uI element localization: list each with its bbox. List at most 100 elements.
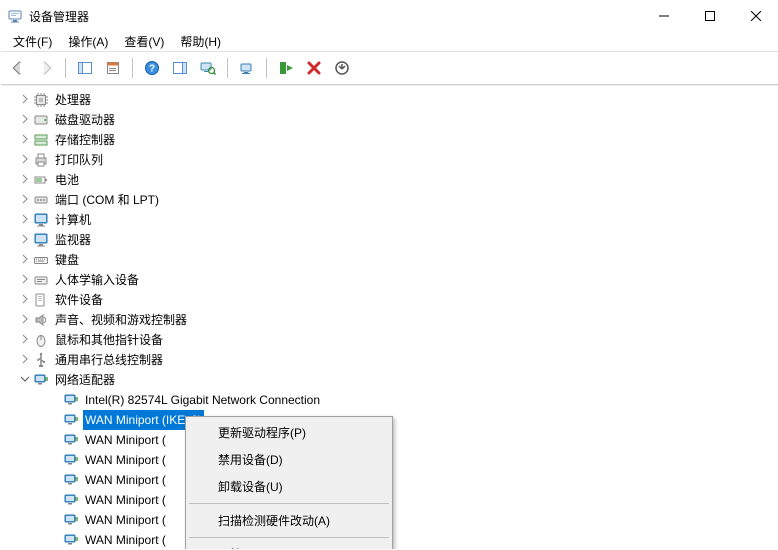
window: 设备管理器 文件(F) 操作(A) 查看(V) 帮助(H) ? — [0, 0, 778, 550]
properties-toolbar-button[interactable] — [100, 56, 126, 80]
tree-item-label: Intel(R) 82574L Gigabit Network Connecti… — [83, 390, 322, 410]
tree-item-label: 通用串行总线控制器 — [53, 350, 165, 370]
tree-item-label: 打印队列 — [53, 150, 105, 170]
chevron-right-icon[interactable] — [17, 250, 33, 270]
disable-device-button[interactable] — [301, 56, 327, 80]
ports-icon — [33, 192, 49, 208]
tree-item[interactable]: 处理器 — [3, 90, 778, 110]
show-hide-console-tree-button[interactable] — [72, 56, 98, 80]
nic-icon — [63, 452, 79, 468]
hid-icon — [33, 272, 49, 288]
window-controls — [641, 1, 778, 31]
tree-item-label: 电池 — [53, 170, 81, 190]
tree-item[interactable]: 监视器 — [3, 230, 778, 250]
keyboard-icon — [33, 252, 49, 268]
mouse-icon — [33, 332, 49, 348]
tree-item[interactable]: 存储控制器 — [3, 130, 778, 150]
forward-button[interactable] — [33, 56, 59, 80]
menu-file[interactable]: 文件(F) — [5, 31, 60, 52]
tree-item[interactable]: 通用串行总线控制器 — [3, 350, 778, 370]
usb-icon — [33, 352, 49, 368]
toolbar-separator — [266, 58, 267, 78]
chevron-right-icon[interactable] — [17, 150, 33, 170]
nic-icon — [63, 472, 79, 488]
ctx-scan-hardware[interactable]: 扫描检测硬件改动(A) — [188, 507, 390, 534]
monitor-category-icon — [33, 232, 49, 248]
toolbar-separator — [227, 58, 228, 78]
window-title: 设备管理器 — [29, 8, 89, 25]
ctx-disable-device[interactable]: 禁用设备(D) — [188, 446, 390, 473]
tree-item-label: WAN Miniport ( — [83, 470, 168, 490]
tree-item[interactable]: 软件设备 — [3, 290, 778, 310]
chevron-right-icon[interactable] — [17, 130, 33, 150]
battery-icon — [33, 172, 49, 188]
tree-item-label: 处理器 — [53, 90, 93, 110]
storage-controller-icon — [33, 132, 49, 148]
tree-item[interactable]: 声音、视频和游戏控制器 — [3, 310, 778, 330]
tree-item[interactable]: 电池 — [3, 170, 778, 190]
computer-icon — [33, 212, 49, 228]
network-adapter-icon — [33, 372, 49, 388]
tree-item-label: 软件设备 — [53, 290, 105, 310]
tree-item[interactable]: 鼠标和其他指针设备 — [3, 330, 778, 350]
chevron-right-icon[interactable] — [17, 190, 33, 210]
minimize-button[interactable] — [641, 1, 687, 31]
chevron-right-icon[interactable] — [17, 330, 33, 350]
menu-action[interactable]: 操作(A) — [60, 31, 116, 52]
svg-text:?: ? — [149, 64, 155, 75]
tree-item-label: WAN Miniport ( — [83, 530, 168, 549]
tree-item-label: WAN Miniport ( — [83, 510, 168, 530]
nic-icon — [63, 492, 79, 508]
chevron-right-icon[interactable] — [17, 230, 33, 250]
close-button[interactable] — [733, 1, 778, 31]
chevron-right-icon[interactable] — [17, 110, 33, 130]
disk-drive-icon — [33, 112, 49, 128]
device-tree[interactable]: 处理器磁盘驱动器存储控制器打印队列电池端口 (COM 和 LPT)计算机监视器键… — [1, 85, 778, 549]
ctx-uninstall-device[interactable]: 卸载设备(U) — [188, 473, 390, 500]
menu-view[interactable]: 查看(V) — [116, 31, 172, 52]
chevron-right-icon[interactable] — [17, 350, 33, 370]
enable-device-button[interactable] — [273, 56, 299, 80]
tree-item[interactable]: 磁盘驱动器 — [3, 110, 778, 130]
help-toolbar-button[interactable]: ? — [139, 56, 165, 80]
back-button[interactable] — [5, 56, 31, 80]
tree-item[interactable]: 键盘 — [3, 250, 778, 270]
tree-item[interactable]: Intel(R) 82574L Gigabit Network Connecti… — [3, 390, 778, 410]
uninstall-device-button[interactable] — [329, 56, 355, 80]
tree-item-label: WAN Miniport ( — [83, 450, 168, 470]
ctx-update-driver[interactable]: 更新驱动程序(P) — [188, 419, 390, 446]
tree-item-label: 人体学输入设备 — [53, 270, 141, 290]
menu-help[interactable]: 帮助(H) — [172, 31, 229, 52]
nic-icon — [63, 392, 79, 408]
ctx-separator — [189, 503, 389, 504]
toolbar-separator — [65, 58, 66, 78]
toolbar-separator — [132, 58, 133, 78]
cpu-icon — [33, 92, 49, 108]
chevron-right-icon[interactable] — [17, 90, 33, 110]
print-queue-icon — [33, 152, 49, 168]
tree-item-label: 存储控制器 — [53, 130, 117, 150]
chevron-right-icon[interactable] — [17, 270, 33, 290]
maximize-button[interactable] — [687, 1, 733, 31]
chevron-right-icon[interactable] — [17, 290, 33, 310]
scan-hardware-button[interactable] — [195, 56, 221, 80]
action-pane-button[interactable] — [167, 56, 193, 80]
tree-item-label: 端口 (COM 和 LPT) — [53, 190, 161, 210]
title-bar: 设备管理器 — [1, 1, 778, 31]
nic-icon — [63, 412, 79, 428]
tree-item-label: 磁盘驱动器 — [53, 110, 117, 130]
menu-bar: 文件(F) 操作(A) 查看(V) 帮助(H) — [1, 31, 778, 51]
tree-item[interactable]: 计算机 — [3, 210, 778, 230]
tree-item[interactable]: 人体学输入设备 — [3, 270, 778, 290]
tree-item[interactable]: 端口 (COM 和 LPT) — [3, 190, 778, 210]
chevron-right-icon[interactable] — [17, 170, 33, 190]
tree-item-label: 键盘 — [53, 250, 81, 270]
tree-item-label: WAN Miniport ( — [83, 490, 168, 510]
chevron-right-icon[interactable] — [17, 210, 33, 230]
sound-icon — [33, 312, 49, 328]
chevron-right-icon[interactable] — [17, 310, 33, 330]
chevron-down-icon[interactable] — [17, 370, 33, 390]
update-driver-toolbar-button[interactable] — [234, 56, 260, 80]
tree-item[interactable]: 网络适配器 — [3, 370, 778, 390]
tree-item[interactable]: 打印队列 — [3, 150, 778, 170]
